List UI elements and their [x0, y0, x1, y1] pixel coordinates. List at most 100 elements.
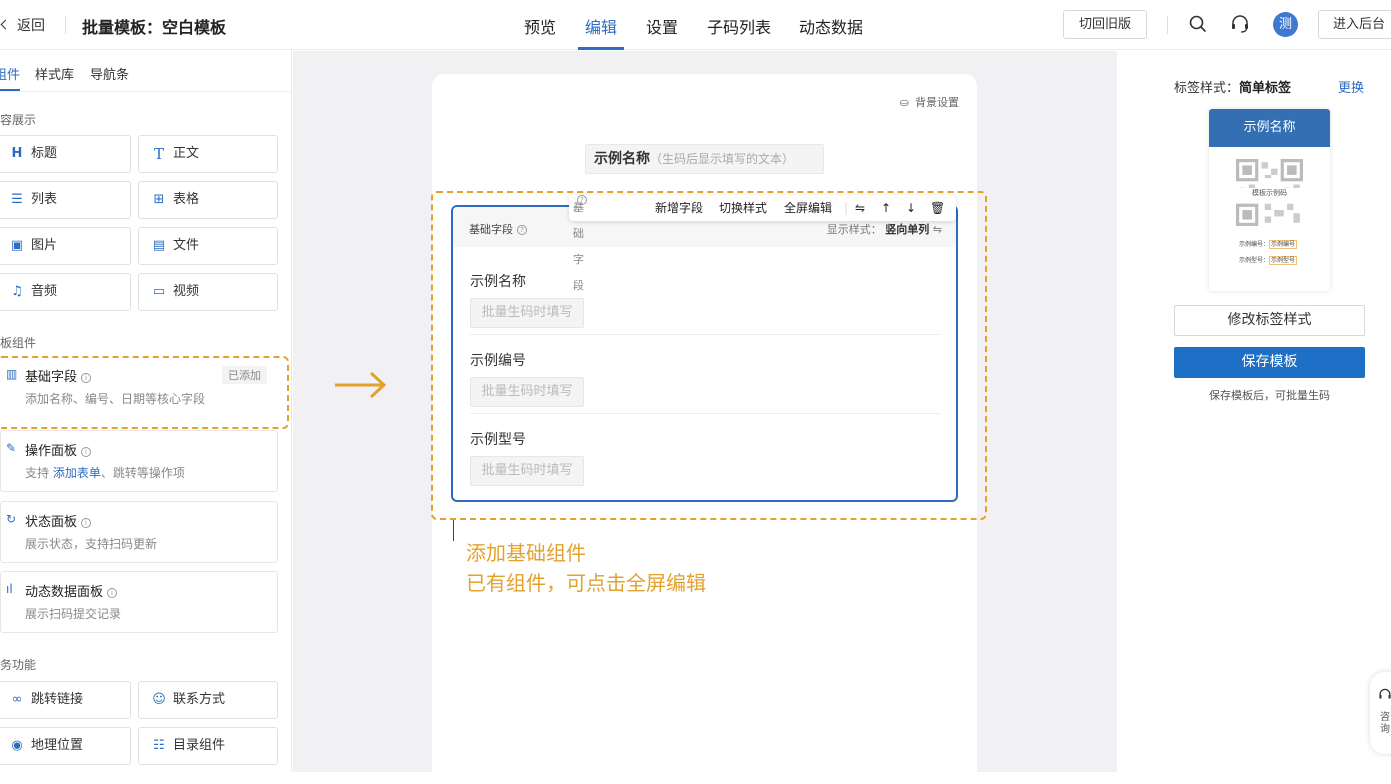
back-button[interactable]: 返回	[0, 15, 45, 35]
tab-navbar[interactable]: 导航条	[90, 64, 129, 83]
tab-style-library[interactable]: 样式库	[35, 64, 74, 83]
edit-form-icon: ✎	[6, 441, 17, 455]
catalog-icon: ☷	[153, 738, 165, 753]
card-dynamic-data-panel[interactable]: ıl 动态数据面板 i 展示扫码提交记录	[0, 571, 278, 633]
component-catalog-button[interactable]: ☷ 目录组件	[138, 727, 278, 765]
card-title-text: 状态面板	[25, 515, 78, 530]
tab-components[interactable]: 组件	[0, 64, 20, 83]
heading-icon: H	[11, 146, 23, 161]
tab-preview[interactable]: 预览	[524, 14, 556, 38]
label-row: 示例型号： 示例型号	[1239, 255, 1298, 265]
text-cursor	[453, 520, 454, 541]
search-icon[interactable]	[1188, 14, 1208, 34]
text-icon: T	[153, 145, 164, 163]
label-row: 示例编号： 示例编号	[1239, 239, 1298, 249]
qr-caption: 模板示例码	[1236, 188, 1303, 198]
page-title: 批量模板：空白模板	[82, 18, 227, 37]
tab-settings[interactable]: 设置	[646, 14, 678, 38]
component-heading-button[interactable]: H 标题	[0, 135, 131, 173]
component-video-button[interactable]: ▭ 视频	[138, 273, 278, 311]
section-content-display: 内容展示	[0, 113, 37, 127]
avatar[interactable]: 测	[1273, 12, 1298, 37]
component-location-button[interactable]: ◉ 地理位置	[0, 727, 131, 765]
name-title-component[interactable]: 示例名称（生码后显示填写的文本）	[585, 144, 824, 174]
card-desc: 展示扫码提交记录	[25, 607, 122, 621]
info-icon: i	[81, 447, 92, 457]
active-tab-indicator	[578, 47, 624, 50]
tab-subcode-list[interactable]: 子码列表	[707, 14, 771, 38]
music-icon: ♫	[11, 284, 23, 299]
info-icon: i	[81, 518, 92, 528]
card-title: 操作面板 i	[25, 440, 92, 459]
tab-dynamic-data[interactable]: 动态数据	[799, 14, 863, 38]
info-icon: i	[107, 588, 118, 598]
divider	[0, 91, 291, 92]
tab-edit[interactable]: 编辑	[585, 14, 617, 38]
label-row-value: 示例编号	[1269, 240, 1298, 249]
button-label: 标题	[31, 146, 58, 161]
switch-old-version-button[interactable]: 切回旧版	[1063, 10, 1147, 39]
component-audio-button[interactable]: ♫ 音频	[0, 273, 131, 311]
enter-admin-button[interactable]: 进入后台	[1318, 10, 1391, 39]
button-label: 表格	[173, 192, 200, 207]
button-label: 列表	[31, 192, 58, 207]
label-header: 示例名称	[1209, 109, 1330, 147]
consult-float-button[interactable]: 咨询	[1370, 672, 1391, 754]
save-template-button[interactable]: 保存模板	[1174, 347, 1365, 378]
label-style: 标签样式：简单标签	[1174, 77, 1291, 96]
button-label: 文件	[173, 238, 200, 253]
background-settings-button[interactable]: ⛀ 背景设置	[900, 94, 959, 110]
button-label: 地理位置	[31, 738, 84, 753]
section-template-components: 模板组件	[0, 336, 37, 350]
card-title-text: 操作面板	[25, 444, 78, 459]
desc-suffix: 、跳转等操作项	[100, 466, 185, 480]
arrow-right-icon	[335, 371, 387, 399]
divider	[1167, 16, 1168, 34]
button-label: 正文	[173, 146, 200, 161]
label-row-key: 示例编号：	[1239, 241, 1270, 248]
back-label: 返回	[17, 18, 45, 34]
file-icon: ▤	[152, 238, 166, 253]
add-form-link[interactable]: 添加表单	[53, 466, 101, 480]
card-status-panel[interactable]: ↻ 状态面板 i 展示状态，支持扫码更新	[0, 501, 278, 563]
card-desc: 支持 添加表单、跳转等操作项	[25, 464, 185, 481]
bg-setting-label: 背景设置	[915, 96, 959, 109]
button-label: 目录组件	[173, 738, 226, 753]
button-label: 视频	[173, 284, 200, 299]
component-link-button[interactable]: ∞ 跳转链接	[0, 681, 131, 719]
button-label: 音频	[31, 284, 58, 299]
card-title: 动态数据面板 i	[25, 581, 118, 600]
annotation-text: 添加基础组件	[466, 541, 586, 565]
bar-chart-icon: ıl	[6, 582, 13, 596]
refresh-icon: ↻	[6, 512, 17, 526]
component-contact-button[interactable]: ☺ 联系方式	[138, 681, 278, 719]
component-table-button[interactable]: ⊞ 表格	[138, 181, 278, 219]
component-file-button[interactable]: ▤ 文件	[138, 227, 278, 265]
button-label: 跳转链接	[31, 692, 84, 707]
label-row-value: 示例型号	[1269, 256, 1298, 265]
modify-label-style-button[interactable]: 修改标签样式	[1174, 305, 1365, 336]
image-icon: ▣	[10, 238, 24, 253]
name-title-text: 示例名称	[594, 151, 650, 167]
headset-icon[interactable]	[1230, 14, 1250, 34]
component-list-button[interactable]: ☰ 列表	[0, 181, 131, 219]
top-bar: 返回 批量模板：空白模板 预览 编辑 设置 子码列表 动态数据 切回旧版 测 进…	[0, 0, 1391, 50]
list-icon: ☰	[11, 192, 23, 207]
card-action-panel[interactable]: ✎ 操作面板 i 支持 添加表单、跳转等操作项	[0, 430, 278, 492]
section-business-functions: 业务功能	[0, 658, 37, 672]
table-icon: ⊞	[153, 192, 165, 207]
consult-label: 咨询	[1380, 712, 1390, 735]
save-note: 保存模板后，可批量生码	[1209, 389, 1330, 402]
button-label: 联系方式	[173, 692, 226, 707]
component-text-button[interactable]: T 正文	[138, 135, 278, 173]
card-desc: 展示状态，支持扫码更新	[25, 537, 158, 551]
label-style-value: 简单标签	[1239, 81, 1292, 96]
component-image-button[interactable]: ▣ 图片	[0, 227, 131, 265]
label-panel: 标签样式：简单标签 更换 示例名称 模板示例码 示例编号： 示例编号 示例型号：示…	[1117, 51, 1391, 772]
paint-icon: ⛀	[899, 96, 909, 109]
change-label-link[interactable]: 更换	[1338, 77, 1364, 96]
desc-prefix: 支持	[25, 466, 53, 480]
component-panel: 组件 样式库 导航条 内容展示 H标题 T正文 ☰列表 ⊞表格 ▣图片 ▤文件 …	[0, 51, 292, 772]
card-title: 状态面板 i	[25, 511, 92, 530]
link-icon: ∞	[11, 692, 23, 707]
